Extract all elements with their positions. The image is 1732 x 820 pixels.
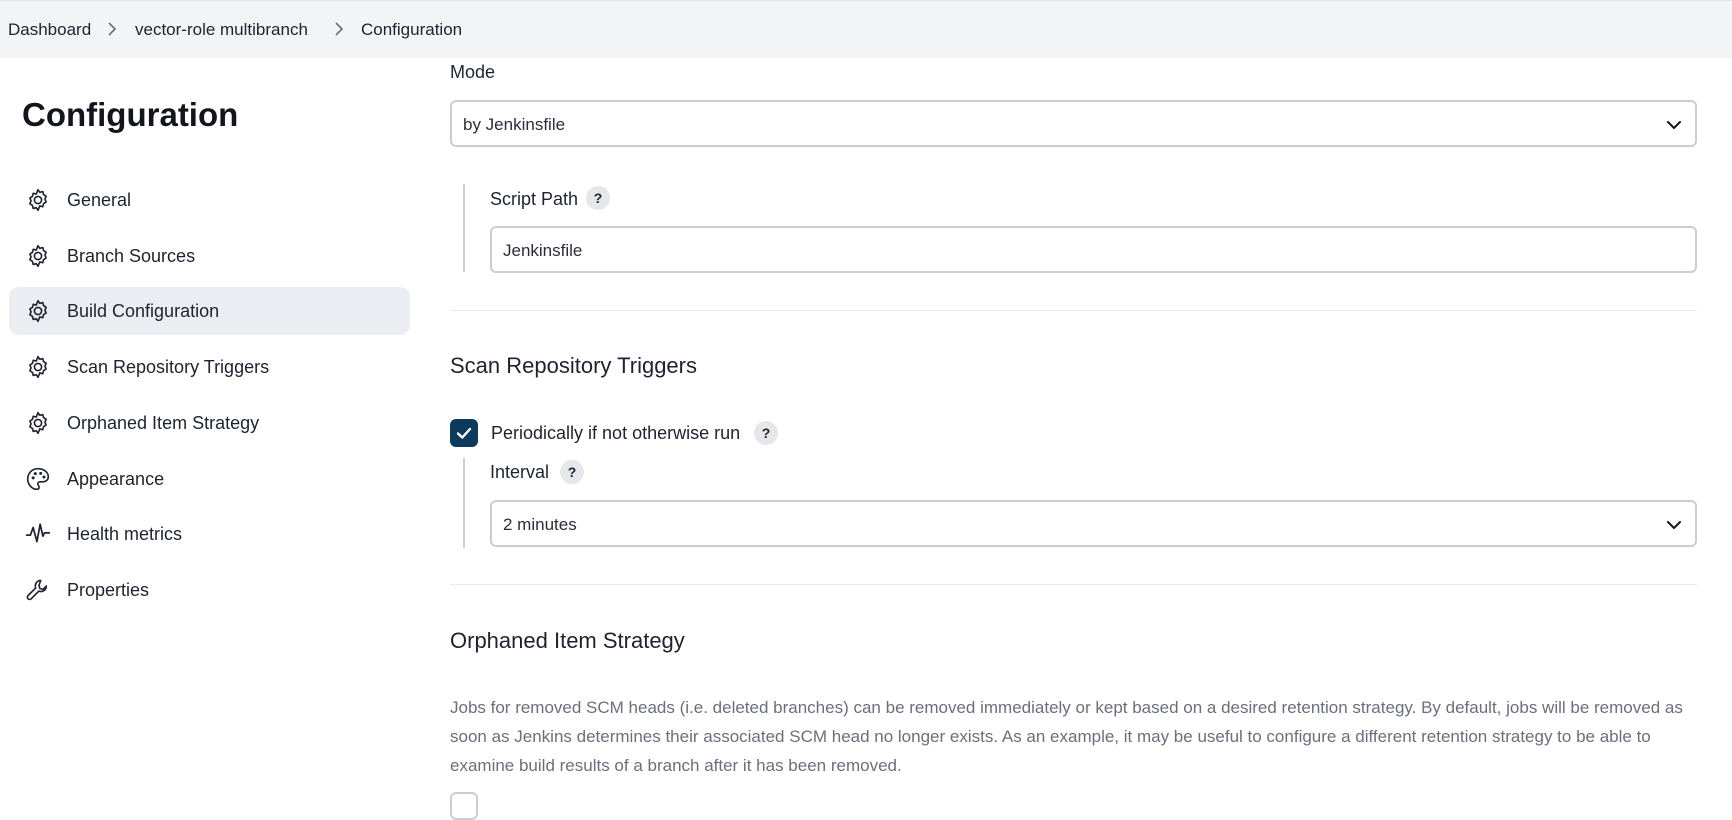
page-title: Configuration — [22, 96, 239, 133]
sidebar-item-label: Properties — [67, 580, 150, 600]
help-icon[interactable]: ? — [586, 186, 610, 210]
script-path-label: Script Path — [490, 189, 579, 209]
section-title: Scan Repository Triggers — [450, 353, 697, 378]
gear-icon — [29, 411, 47, 435]
section-divider — [450, 310, 1697, 311]
chevron-down-icon — [1667, 521, 1681, 529]
script-path-input[interactable]: Jenkinsfile — [490, 226, 1697, 273]
nested-indent-line — [463, 458, 465, 548]
gear-icon — [29, 188, 47, 212]
palette-icon — [26, 467, 50, 491]
sidebar-item-branch-sources[interactable]: Branch Sources — [9, 232, 410, 280]
sidebar-item-label: Orphaned Item Strategy — [67, 413, 260, 433]
breadcrumb-dashboard[interactable]: Dashboard — [8, 20, 91, 40]
sidebar-item-label: Build Configuration — [67, 301, 220, 321]
mode-select[interactable]: by Jenkinsfile — [450, 100, 1697, 147]
script-path-value: Jenkinsfile — [503, 241, 583, 260]
pulse-icon — [25, 523, 51, 543]
section-divider — [450, 584, 1697, 585]
nested-indent-line — [463, 184, 465, 272]
mode-select-value: by Jenkinsfile — [463, 115, 566, 134]
sidebar-item-properties[interactable]: Properties — [9, 566, 410, 614]
checkmark-icon — [456, 427, 472, 439]
section-title: Orphaned Item Strategy — [450, 628, 685, 653]
chevron-down-icon — [1667, 121, 1681, 129]
wrench-icon — [26, 579, 48, 601]
help-icon[interactable]: ? — [754, 421, 778, 445]
sidebar-item-appearance[interactable]: Appearance — [9, 455, 410, 503]
sidebar-item-label: Scan Repository Triggers — [67, 357, 270, 377]
sidebar-item-label: General — [67, 190, 132, 210]
interval-select[interactable]: 2 minutes — [490, 500, 1697, 547]
periodic-checkbox[interactable] — [450, 419, 478, 447]
sidebar-item-orphaned-item-strategy[interactable]: Orphaned Item Strategy — [9, 399, 410, 447]
gear-icon — [29, 355, 47, 379]
sidebar-item-health-metrics[interactable]: Health metrics — [9, 510, 410, 558]
sidebar-item-label: Appearance — [67, 469, 165, 489]
chevron-right-icon — [335, 22, 344, 36]
sidebar-item-label: Health metrics — [67, 524, 183, 544]
interval-label: Interval — [490, 462, 550, 482]
breadcrumb: Dashboard vector-role multibranch Config… — [0, 0, 1732, 58]
gear-icon — [29, 299, 47, 323]
abort-builds-checkbox[interactable] — [450, 792, 478, 820]
chevron-right-icon — [108, 22, 117, 36]
periodic-label[interactable]: Periodically if not otherwise run — [491, 423, 740, 444]
breadcrumb-project[interactable]: vector-role multibranch — [135, 20, 308, 40]
section-description: Jobs for removed SCM heads (i.e. deleted… — [450, 698, 1683, 775]
interval-select-value: 2 minutes — [503, 515, 577, 534]
sidebar-item-label: Branch Sources — [67, 246, 196, 266]
gear-icon — [29, 244, 47, 268]
sidebar-item-build-configuration[interactable]: Build Configuration — [9, 287, 410, 335]
sidebar-item-scan-repository-triggers[interactable]: Scan Repository Triggers — [9, 343, 410, 391]
mode-label: Mode — [450, 62, 496, 82]
sidebar-item-general[interactable]: General — [9, 176, 410, 224]
help-icon[interactable]: ? — [560, 460, 584, 484]
breadcrumb-configuration[interactable]: Configuration — [361, 20, 462, 40]
